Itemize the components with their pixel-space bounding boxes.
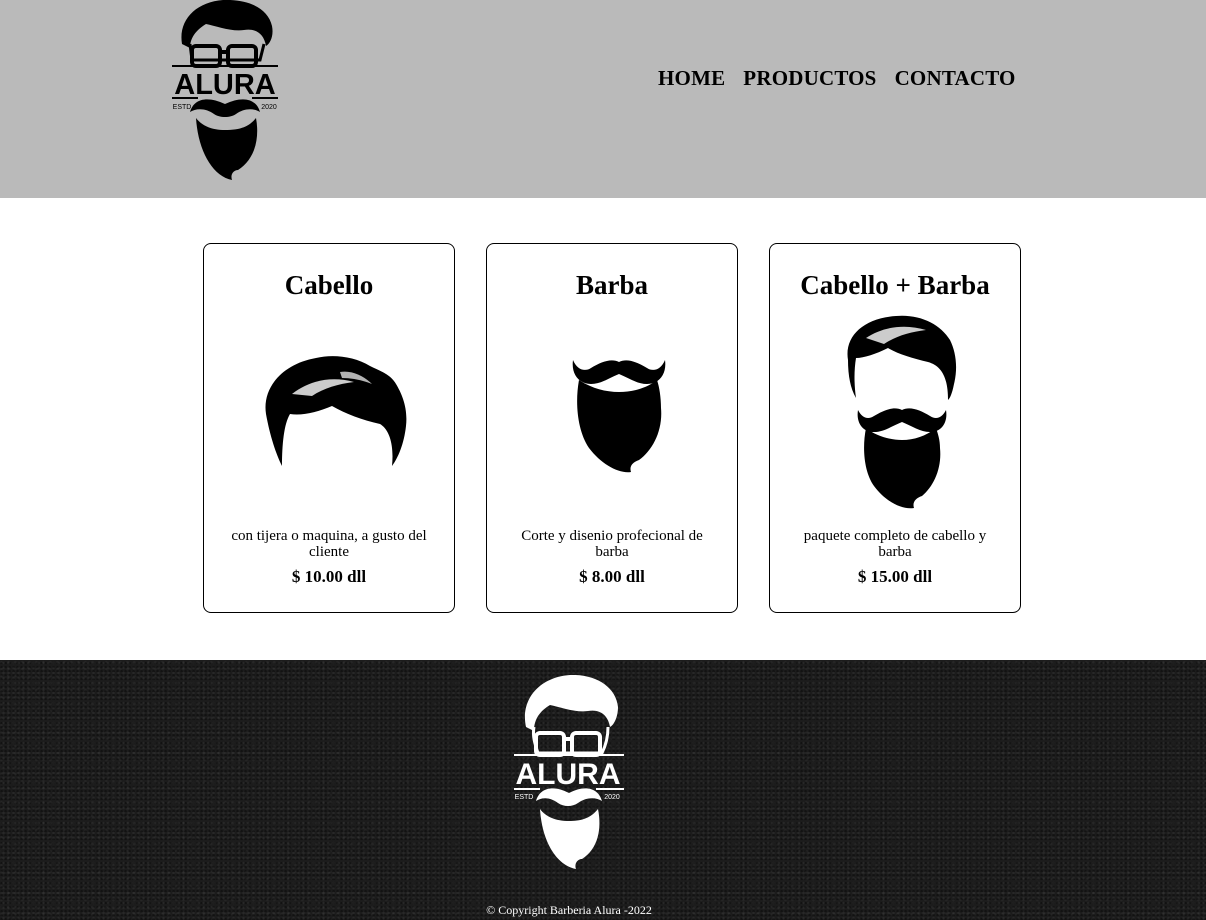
hair-and-beard-icon [847,315,957,509]
product-title: Cabello [284,270,374,300]
main-nav: HOME PRODUCTOS CONTACTO [658,66,1016,91]
site-footer: ALURA ESTD 2020 © Copyright Barberia Alu… [0,660,1206,920]
product-card-cabello-barba: Cabello + Barba paquete completo de cabe… [769,243,1021,613]
copyright-text: © Copyright Barberia Alura -2022 [486,903,652,917]
beard-icon [572,360,666,473]
product-price: $ 8.00 dll [579,567,645,586]
product-description: paquete completo de cabello y barba [803,528,987,560]
product-title: Barba [575,270,648,300]
nav-contacto[interactable]: CONTACTO [895,66,1016,91]
product-description: Corte y disenio profecional de barba [521,528,703,560]
logo-est: ESTD [173,104,192,111]
product-card-cabello: Cabello con tijera o maquina, a gusto de… [203,243,455,613]
product-list: Cabello con tijera o maquina, a gusto de… [203,243,1023,615]
nav-home[interactable]: HOME [658,66,725,91]
logo-year: 2020 [261,104,277,111]
alura-logo-footer: ALURA ESTD 2020 [514,675,624,869]
footer-logo-est: ESTD [515,794,534,801]
site-header: ALURA ESTD 2020 HOME PRODUCTOS CONTACTO [0,0,1206,198]
product-price: $ 10.00 dll [291,567,367,586]
footer-logo-text: ALURA [516,758,621,791]
footer-logo-year: 2020 [604,794,620,801]
hair-icon [265,356,407,466]
product-description: con tijera o maquina, a gusto del client… [231,528,427,560]
product-card-barba: Barba Corte y disenio profecional de bar… [486,243,738,613]
nav-productos[interactable]: PRODUCTOS [743,66,876,91]
logo-text: ALURA [174,69,276,101]
alura-logo[interactable]: ALURA ESTD 2020 [168,0,282,182]
product-price: $ 15.00 dll [857,567,933,586]
product-title: Cabello + Barba [800,270,990,300]
